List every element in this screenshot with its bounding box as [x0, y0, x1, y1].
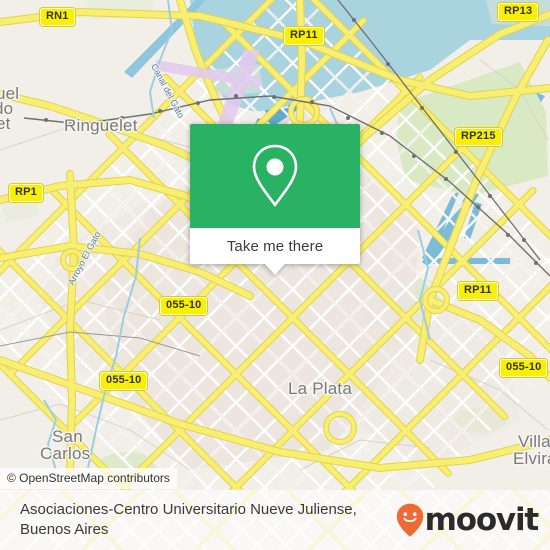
take-me-there-label: Take me there: [226, 237, 324, 255]
highway-shield-rp215[interactable]: RP215: [455, 128, 502, 146]
popup-header: [190, 124, 360, 228]
location-popup[interactable]: Take me there: [190, 124, 360, 275]
popup-pointer: [265, 264, 285, 275]
highway-shield-rp13[interactable]: RP13: [498, 3, 539, 21]
highway-shield-05510-center[interactable]: 055-10: [160, 297, 208, 315]
footer-location-title: Asociaciones-Centro Universitario Nueve …: [20, 501, 357, 538]
moovit-wordmark: moovit: [424, 501, 540, 538]
highway-shield-rn1[interactable]: RN1: [40, 8, 75, 26]
highway-shield-05510-left[interactable]: 055-10: [100, 372, 148, 390]
highway-shield-rp1[interactable]: RP1: [9, 184, 43, 202]
map-screenshot: Ringuelet La Plata San Carlos Villa Elvi…: [0, 0, 550, 550]
moovit-pin-smile-icon: [396, 503, 423, 537]
footer-bar: Asociaciones-Centro Universitario Nueve …: [0, 490, 550, 550]
moovit-logo[interactable]: moovit: [396, 501, 540, 538]
map-pin-icon: [252, 144, 298, 207]
highway-shield-05510-right[interactable]: 055-10: [500, 359, 548, 377]
highway-shield-rp11-right[interactable]: RP11: [458, 282, 498, 300]
map-canvas[interactable]: Ringuelet La Plata San Carlos Villa Elvi…: [0, 0, 550, 490]
take-me-there-button[interactable]: Take me there: [190, 228, 360, 275]
osm-attribution[interactable]: © OpenStreetMap contributors: [0, 468, 177, 489]
highway-shield-rp11-top[interactable]: RP11: [284, 27, 324, 45]
